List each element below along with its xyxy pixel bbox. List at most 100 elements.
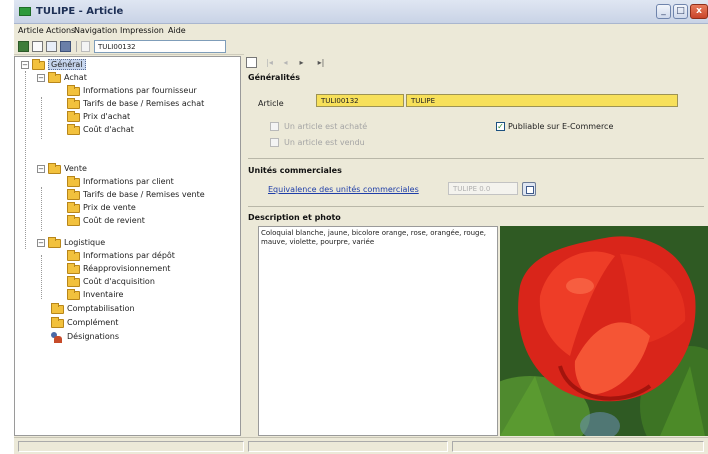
ecommerce-checkbox[interactable]: ✓ bbox=[496, 122, 505, 131]
delete-icon[interactable] bbox=[81, 41, 90, 52]
first-icon[interactable]: |◂ bbox=[264, 57, 275, 68]
tree-label: Informations par fournisseur bbox=[83, 86, 197, 95]
menu-aide[interactable]: Aide bbox=[168, 26, 186, 35]
vente-checkbox[interactable] bbox=[270, 138, 279, 147]
tree-label: Tarifs de base / Remises achat bbox=[83, 99, 205, 108]
tree-label: Coût d'acquisition bbox=[83, 277, 155, 286]
tree-label: Prix de vente bbox=[83, 203, 136, 212]
tree-line bbox=[41, 97, 42, 139]
tree-label: Prix d'achat bbox=[83, 112, 131, 121]
tree-node-designations[interactable]: Désignations bbox=[51, 331, 231, 343]
tree-node-reappro[interactable]: Réapprovisionnement bbox=[67, 263, 237, 275]
achat-checkbox-label: Un article est achaté bbox=[284, 122, 368, 131]
tree-label: Comptabilisation bbox=[67, 304, 135, 313]
tree-node-tarifs-vente[interactable]: Tarifs de base / Remises vente bbox=[67, 189, 237, 201]
menu-impression[interactable]: Impression bbox=[120, 26, 164, 35]
folder-icon bbox=[51, 303, 64, 314]
folder-icon bbox=[67, 111, 80, 122]
menu-article[interactable]: Article bbox=[18, 26, 44, 35]
product-photo bbox=[500, 226, 708, 436]
open-icon[interactable] bbox=[46, 41, 57, 52]
folder-icon bbox=[32, 59, 45, 70]
tree-node-infos-depot[interactable]: Informations par dépôt bbox=[67, 250, 237, 262]
folder-icon bbox=[67, 250, 80, 261]
vente-checkbox-label: Un article est vendu bbox=[284, 138, 365, 147]
tree-node-vente[interactable]: − Vente bbox=[35, 163, 235, 175]
close-button[interactable]: x bbox=[690, 4, 708, 19]
people-icon bbox=[51, 332, 63, 343]
app-module-icon[interactable] bbox=[18, 41, 29, 52]
folder-icon bbox=[67, 98, 80, 109]
tree-label: Désignations bbox=[67, 332, 120, 341]
article-name-field[interactable]: TULIPE bbox=[406, 94, 678, 107]
prev-icon[interactable]: ◂ bbox=[280, 57, 291, 68]
section-unites: Unités commerciales bbox=[248, 166, 342, 175]
navigation-tree[interactable]: − Général − Achat Informations par fourn… bbox=[14, 56, 241, 436]
tree-label: Tarifs de base / Remises vente bbox=[83, 190, 205, 199]
unites-value-field: TULIPE 0.0 bbox=[448, 182, 518, 195]
tree-node-cout-acquisition[interactable]: Coût d'acquisition bbox=[67, 276, 237, 288]
article-code-input[interactable]: TULI00132 bbox=[94, 40, 226, 53]
collapse-icon[interactable]: − bbox=[37, 74, 45, 82]
tree-node-cout-achat[interactable]: Coût d'achat bbox=[67, 124, 237, 136]
separator bbox=[248, 206, 704, 207]
tree-node-infos-fournisseur[interactable]: Informations par fournisseur bbox=[67, 85, 237, 97]
minimize-button[interactable]: _ bbox=[656, 4, 671, 19]
status-bar bbox=[14, 437, 708, 454]
tree-label: Informations par client bbox=[83, 177, 174, 186]
menu-actions[interactable]: Actions bbox=[46, 26, 75, 35]
last-icon[interactable]: ▸| bbox=[314, 57, 328, 68]
separator bbox=[248, 158, 704, 159]
section-generalites: Généralités bbox=[248, 73, 300, 82]
article-label: Article bbox=[258, 99, 284, 108]
unites-link[interactable]: Equivalence des unités commerciales bbox=[268, 185, 419, 194]
tree-node-complement[interactable]: Complément bbox=[51, 317, 231, 329]
new-icon[interactable] bbox=[32, 41, 43, 52]
main-toolbar: TULI00132 bbox=[14, 38, 244, 55]
description-textarea[interactable]: Coloquial blanche, jaune, bicolore orang… bbox=[258, 226, 498, 436]
tree-node-general[interactable]: − Général bbox=[19, 59, 219, 71]
tree-label: Coût de revient bbox=[83, 216, 145, 225]
menu-bar: Article Actions Navigation Impression Ai… bbox=[14, 24, 708, 38]
tree-node-infos-client[interactable]: Informations par client bbox=[67, 176, 237, 188]
menu-navigation[interactable]: Navigation bbox=[74, 26, 117, 35]
calculator-icon[interactable] bbox=[522, 182, 536, 196]
ecommerce-checkbox-label: Publiable sur E-Commerce bbox=[508, 122, 614, 131]
tree-node-comptabilisation[interactable]: Comptabilisation bbox=[51, 303, 231, 315]
status-cell bbox=[248, 441, 448, 452]
app-icon bbox=[19, 7, 31, 16]
tree-node-logistique[interactable]: − Logistique bbox=[35, 237, 235, 249]
next-icon[interactable]: ▸ bbox=[296, 57, 307, 68]
tree-line bbox=[41, 255, 42, 299]
window-title: TULIPE - Article bbox=[36, 6, 124, 17]
record-toolbar: |◂ ◂ ▸ ▸| bbox=[244, 56, 708, 70]
folder-icon bbox=[67, 263, 80, 274]
folder-icon bbox=[48, 163, 61, 174]
document-icon[interactable] bbox=[246, 57, 257, 68]
collapse-icon[interactable]: − bbox=[37, 239, 45, 247]
folder-icon bbox=[67, 215, 80, 226]
tree-label: Logistique bbox=[64, 238, 106, 247]
tree-label: Général bbox=[48, 59, 86, 70]
tree-node-inventaire[interactable]: Inventaire bbox=[67, 289, 237, 301]
collapse-icon[interactable]: − bbox=[21, 61, 29, 69]
tree-node-tarifs-achat[interactable]: Tarifs de base / Remises achat bbox=[67, 98, 237, 110]
save-icon[interactable] bbox=[60, 41, 71, 52]
folder-icon bbox=[67, 85, 80, 96]
article-code-field[interactable]: TULI00132 bbox=[316, 94, 404, 107]
achat-checkbox[interactable] bbox=[270, 122, 279, 131]
collapse-icon[interactable]: − bbox=[37, 165, 45, 173]
tree-node-achat[interactable]: − Achat bbox=[35, 72, 235, 84]
tree-node-prix-achat[interactable]: Prix d'achat bbox=[67, 111, 237, 123]
maximize-button[interactable]: □ bbox=[673, 4, 688, 19]
folder-icon bbox=[48, 237, 61, 248]
status-cell bbox=[18, 441, 244, 452]
status-cell bbox=[452, 441, 704, 452]
folder-icon bbox=[67, 124, 80, 135]
tree-label: Coût d'achat bbox=[83, 125, 134, 134]
tree-node-prix-vente[interactable]: Prix de vente bbox=[67, 202, 237, 214]
application-window: TULIPE - Article _ □ x Article Actions N… bbox=[14, 0, 708, 454]
tree-line bbox=[41, 187, 42, 231]
folder-icon bbox=[51, 317, 64, 328]
tree-node-cout-revient[interactable]: Coût de revient bbox=[67, 215, 237, 227]
